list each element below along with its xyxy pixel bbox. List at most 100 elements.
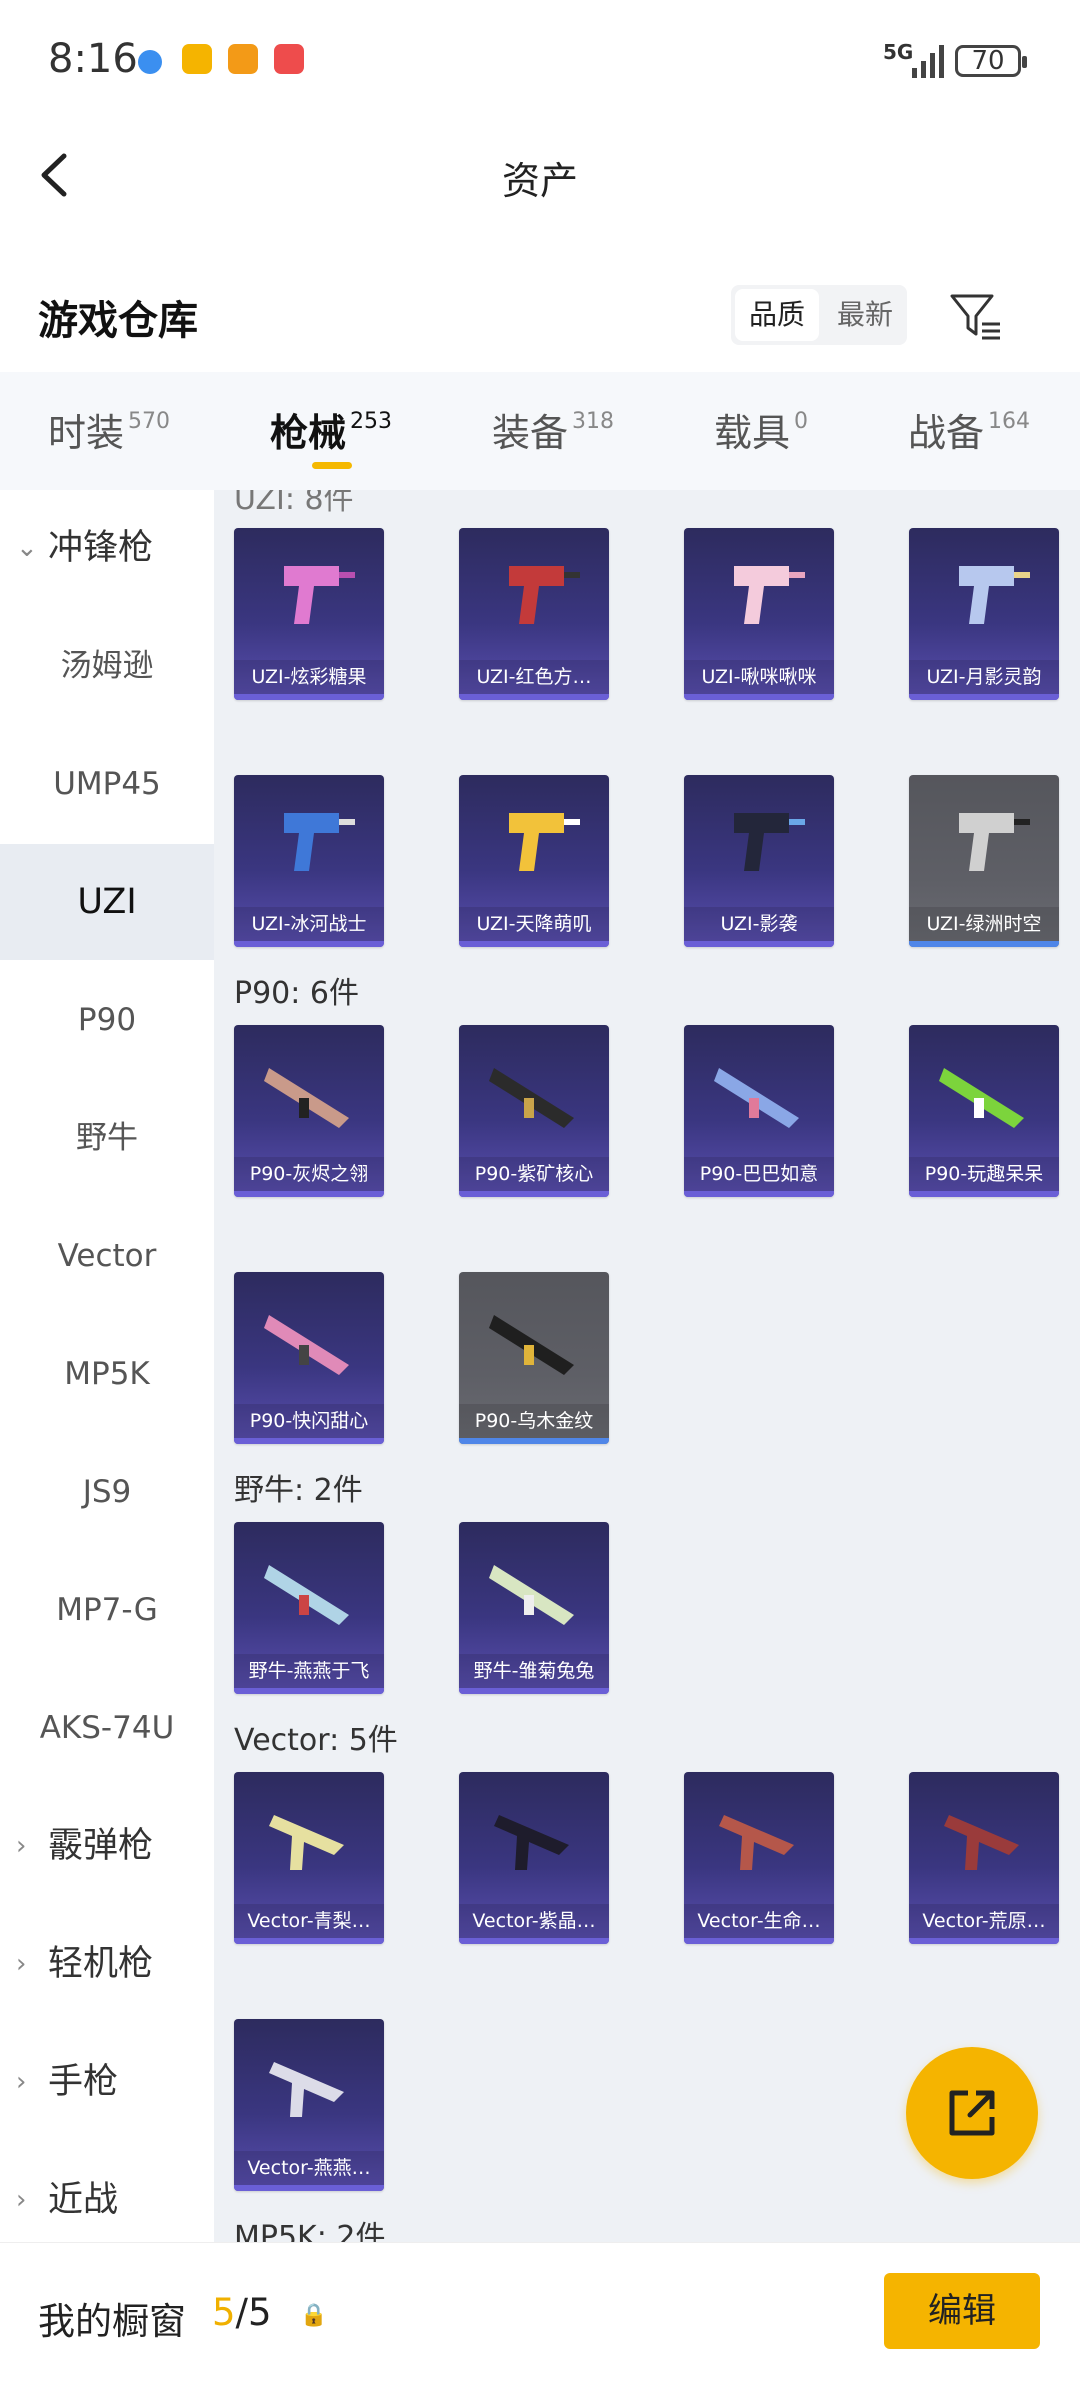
tab-fashion[interactable]: 时装 570 [48,402,170,457]
skin-name: P90-紫矿核心 [459,1157,609,1191]
skin-card[interactable]: 野牛-燕燕于飞 [234,1522,384,1694]
skin-card[interactable]: 野牛-雏菊兔兔 [459,1522,609,1694]
chevron-right-icon: › [16,2185,27,2215]
skin-card[interactable]: P90-快闪甜心 [234,1272,384,1444]
nav-bar: 资产 [0,120,1080,232]
tab-label: 载具 [714,411,791,455]
tab-supplies[interactable]: 战备 164 [908,402,1030,457]
skin-name: P90-乌木金纹 [459,1404,609,1438]
skin-card[interactable]: P90-紫矿核心 [459,1025,609,1197]
skin-card[interactable]: UZI-影袭 [684,775,834,947]
chevron-right-icon: › [16,1949,27,1979]
smg-icon [959,566,1030,624]
sidebar-category-pistol[interactable]: › 手枪 [0,2024,214,2140]
app-icon-red [274,44,304,74]
skin-card[interactable]: UZI-炫彩糖果 [234,528,384,700]
skin-name: Vector-生命… [684,1904,834,1938]
showcase-total: /5 [235,2291,272,2334]
skin-card[interactable]: Vector-紫晶… [459,1772,609,1944]
sidebar-item-bizon[interactable]: 野牛 [0,1080,214,1196]
chevron-right-icon: › [16,2067,27,2097]
skin-card[interactable]: UZI-天降萌叽 [459,775,609,947]
skin-name: UZI-啾咪啾咪 [684,660,834,694]
skin-card[interactable]: UZI-啾咪啾咪 [684,528,834,700]
skin-card[interactable]: P90-巴巴如意 [684,1025,834,1197]
filter-icon[interactable] [948,288,1004,344]
skin-name: UZI-红色方… [459,660,609,694]
smg-icon [944,1815,1019,1870]
share-fab[interactable] [906,2047,1038,2179]
smg-icon [269,2062,344,2117]
warehouse-title: 游戏仓库 [38,298,198,344]
sidebar-item-aks74u[interactable]: AKS-74U [0,1670,214,1786]
bottom-bar: 我的橱窗 5/5 🔒 编辑 [0,2242,1080,2382]
skin-card[interactable]: Vector-青梨… [234,1772,384,1944]
sidebar-item-js9[interactable]: JS9 [0,1434,214,1550]
skin-card[interactable]: UZI-冰河战士 [234,775,384,947]
skin-name: P90-巴巴如意 [684,1157,834,1191]
rifle-icon [714,1068,799,1128]
warehouse-header: 游戏仓库 品质 最新 [0,270,1080,370]
browser-icon [138,50,162,74]
sidebar-category-lmg[interactable]: › 轻机枪 [0,1906,214,2022]
signal-icon [912,45,944,78]
smg-icon [494,1815,569,1870]
skin-card[interactable]: Vector-荒原… [909,1772,1059,1944]
smg-icon [284,813,355,871]
active-tab-indicator [312,462,352,469]
sidebar-item-thompson[interactable]: 汤姆逊 [0,608,214,724]
skin-name: UZI-影袭 [684,907,834,941]
smg-icon [284,566,355,624]
sidebar: ⌄ 冲锋枪 汤姆逊 UMP45 UZI P90 野牛 Vector MP5K JS… [0,490,214,2242]
skin-card[interactable]: Vector-燕燕… [234,2019,384,2191]
skin-card[interactable]: P90-玩趣呆呆 [909,1025,1059,1197]
rifle-icon [489,1315,574,1375]
sidebar-item-mp5k[interactable]: MP5K [0,1316,214,1432]
smg-icon [734,813,805,871]
skin-card[interactable]: UZI-红色方… [459,528,609,700]
skin-name: Vector-紫晶… [459,1904,609,1938]
page-title: 资产 [501,159,578,203]
lock-icon: 🔒 [300,2303,328,2328]
sort-quality-button[interactable]: 品质 [735,289,819,341]
tab-equipment[interactable]: 装备 318 [492,402,614,457]
sidebar-item-ump45[interactable]: UMP45 [0,726,214,842]
skin-name: P90-灰烬之翎 [234,1157,384,1191]
sidebar-item-vector[interactable]: Vector [0,1198,214,1314]
smg-icon [959,813,1030,871]
tab-label: 装备 [492,411,569,455]
sidebar-item-p90[interactable]: P90 [0,962,214,1078]
smg-icon [509,566,580,624]
skin-name: Vector-燕燕… [234,2151,384,2185]
edit-button[interactable]: 编辑 [884,2273,1040,2349]
sidebar-category-smg[interactable]: ⌄ 冲锋枪 [0,490,214,606]
sidebar-item-uzi[interactable]: UZI [0,844,214,960]
smg-icon [269,1815,344,1870]
sidebar-category-melee[interactable]: › 近战 [0,2142,214,2242]
skin-card[interactable]: UZI-月影灵韵 [909,528,1059,700]
section-title-vector: Vector: 5件 [234,1723,398,1758]
tab-vehicles[interactable]: 载具 0 [714,402,808,457]
skin-name: 野牛-燕燕于飞 [234,1654,384,1688]
sidebar-item-label: 手枪 [48,2062,119,2102]
chevron-right-icon: › [16,1831,27,1861]
skin-name: UZI-绿洲时空 [909,907,1059,941]
showcase-current: 5 [212,2291,236,2334]
rifle-icon [264,1068,349,1128]
tab-count: 0 [794,409,809,434]
tab-label: 枪械 [270,411,347,455]
sidebar-item-mp7g[interactable]: MP7-G [0,1552,214,1668]
rifle-icon [489,1068,574,1128]
sort-newest-button[interactable]: 最新 [823,285,907,345]
skin-card[interactable]: P90-灰烬之翎 [234,1025,384,1197]
skin-card[interactable]: Vector-生命… [684,1772,834,1944]
section-title-uzi: UZI: 8件 [234,490,354,517]
skin-name: UZI-冰河战士 [234,907,384,941]
tab-firearms[interactable]: 枪械 253 [270,402,392,457]
skin-card[interactable]: UZI-绿洲时空 [909,775,1059,947]
sidebar-item-label: 霰弹枪 [48,1826,154,1866]
sidebar-category-shotgun[interactable]: › 霰弹枪 [0,1788,214,1904]
skin-card[interactable]: P90-乌木金纹 [459,1272,609,1444]
status-bar: 8:16 5G 70 [0,0,1080,120]
smg-icon [719,1815,794,1870]
